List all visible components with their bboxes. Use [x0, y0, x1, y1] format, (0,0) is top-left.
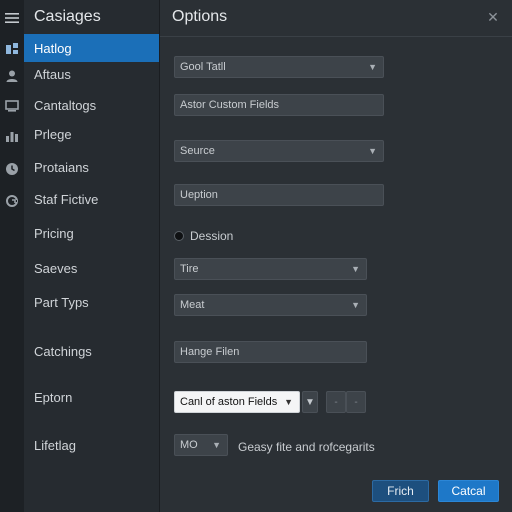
icon-rail: [0, 0, 24, 512]
sidebar-item-label: Staf Fictive: [34, 191, 99, 207]
menu-icon[interactable]: [4, 10, 20, 26]
chevron-down-icon: ▼: [351, 300, 360, 310]
sidebar-item-lifetlag[interactable]: Lifetlag: [24, 431, 159, 459]
sidebar-item-label: Part Typs: [34, 294, 89, 310]
options-panel: Options ✕ Gool Tatll ▼ Astor Custom Fiel…: [160, 0, 512, 512]
layout-icon[interactable]: [4, 41, 20, 57]
sidebar-item-label: Hatlog: [34, 40, 72, 56]
sidebar-item-label: Prlege: [34, 126, 72, 142]
sidebar-item-prlege[interactable]: Prlege: [24, 120, 159, 148]
source-select[interactable]: Seurce ▼: [174, 140, 384, 162]
custom-fields-input[interactable]: Astor Custom Fields: [174, 94, 384, 116]
type-select-value: Tire: [180, 263, 199, 275]
sidebar-item-eptorn[interactable]: Eptorn: [24, 383, 159, 411]
custom-fields-select[interactable]: Canl of aston Fields ▼: [174, 391, 300, 413]
sidebar-item-staf-fictive[interactable]: Staf Fictive: [24, 185, 159, 213]
sidebar-item-saeves[interactable]: Saeves: [24, 254, 159, 282]
mini-button-2[interactable]: -: [346, 391, 366, 413]
source-select-value: Seurce: [180, 145, 215, 157]
dession-radio-label: Dession: [190, 229, 234, 243]
clock-icon[interactable]: [4, 161, 20, 177]
option-input[interactable]: Ueption: [174, 184, 384, 206]
sidebar-item-cantaltogs[interactable]: Cantaltogs: [24, 91, 159, 119]
meat-select-value: Meat: [180, 299, 205, 311]
sidebar: Casiages Hatlog Aftaus Cantaltogs Prlege…: [24, 0, 160, 512]
chevron-down-icon: ▼: [368, 62, 377, 72]
sidebar-item-pricing[interactable]: Pricing: [24, 219, 159, 247]
refresh-icon[interactable]: [4, 193, 20, 209]
chevron-down-icon: ▼: [284, 397, 293, 407]
sidebar-item-catchings[interactable]: Catchings: [24, 337, 159, 365]
expand-toggle[interactable]: ▼: [302, 391, 318, 413]
goal-select-value: Gool Tatll: [180, 61, 226, 73]
sidebar-item-label: Pricing: [34, 225, 74, 241]
monitor-icon[interactable]: [4, 98, 20, 114]
mini-button-2-label: -: [354, 396, 358, 408]
dession-radio[interactable]: [174, 231, 184, 241]
page-title: Options: [172, 8, 228, 25]
custom-fields-select-value: Canl of aston Fields: [180, 396, 278, 408]
chevron-down-icon: ▼: [351, 264, 360, 274]
chevron-down-icon: ▼: [368, 146, 377, 156]
type-select[interactable]: Tire ▼: [174, 258, 367, 280]
sidebar-item-label: Saeves: [34, 260, 78, 276]
mo-select[interactable]: MO ▼: [174, 434, 228, 456]
mo-description: Geasy fite and rofcegarits: [238, 440, 375, 454]
sidebar-item-hatlog[interactable]: Hatlog: [24, 34, 159, 62]
user-icon[interactable]: [4, 68, 20, 84]
cancel-button[interactable]: Catcal: [438, 480, 499, 502]
close-icon[interactable]: ✕: [486, 10, 500, 24]
chart-icon[interactable]: [4, 128, 20, 144]
custom-fields-value: Astor Custom Fields: [180, 99, 280, 111]
hange-filen-value: Hange Filen: [180, 346, 240, 358]
header-divider: [160, 36, 512, 37]
mini-button-1-label: -: [334, 396, 338, 408]
sidebar-item-label: Cantaltogs: [34, 97, 97, 113]
cancel-button-label: Catcal: [451, 484, 486, 498]
sidebar-item-label: Eptorn: [34, 389, 73, 405]
mini-button-1[interactable]: -: [326, 391, 346, 413]
mo-select-value: MO: [180, 439, 198, 451]
chevron-down-icon: ▼: [212, 440, 221, 450]
sidebar-item-part-typs[interactable]: Part Typs: [24, 288, 159, 316]
meat-select[interactable]: Meat ▼: [174, 294, 367, 316]
option-input-value: Ueption: [180, 189, 218, 201]
sidebar-title: Casiages: [34, 8, 101, 25]
sidebar-item-label: Protaians: [34, 159, 89, 175]
sidebar-item-aftaus[interactable]: Aftaus: [24, 60, 159, 88]
sidebar-item-label: Catchings: [34, 343, 92, 359]
sidebar-item-label: Lifetlag: [34, 437, 76, 453]
sidebar-item-protaians[interactable]: Protaians: [24, 153, 159, 181]
finish-button[interactable]: Frich: [372, 480, 429, 502]
chevron-down-icon: ▼: [305, 396, 315, 408]
hange-filen-input[interactable]: Hange Filen: [174, 341, 367, 363]
finish-button-label: Frich: [387, 484, 414, 498]
goal-select[interactable]: Gool Tatll ▼: [174, 56, 384, 78]
sidebar-item-label: Aftaus: [34, 66, 71, 82]
